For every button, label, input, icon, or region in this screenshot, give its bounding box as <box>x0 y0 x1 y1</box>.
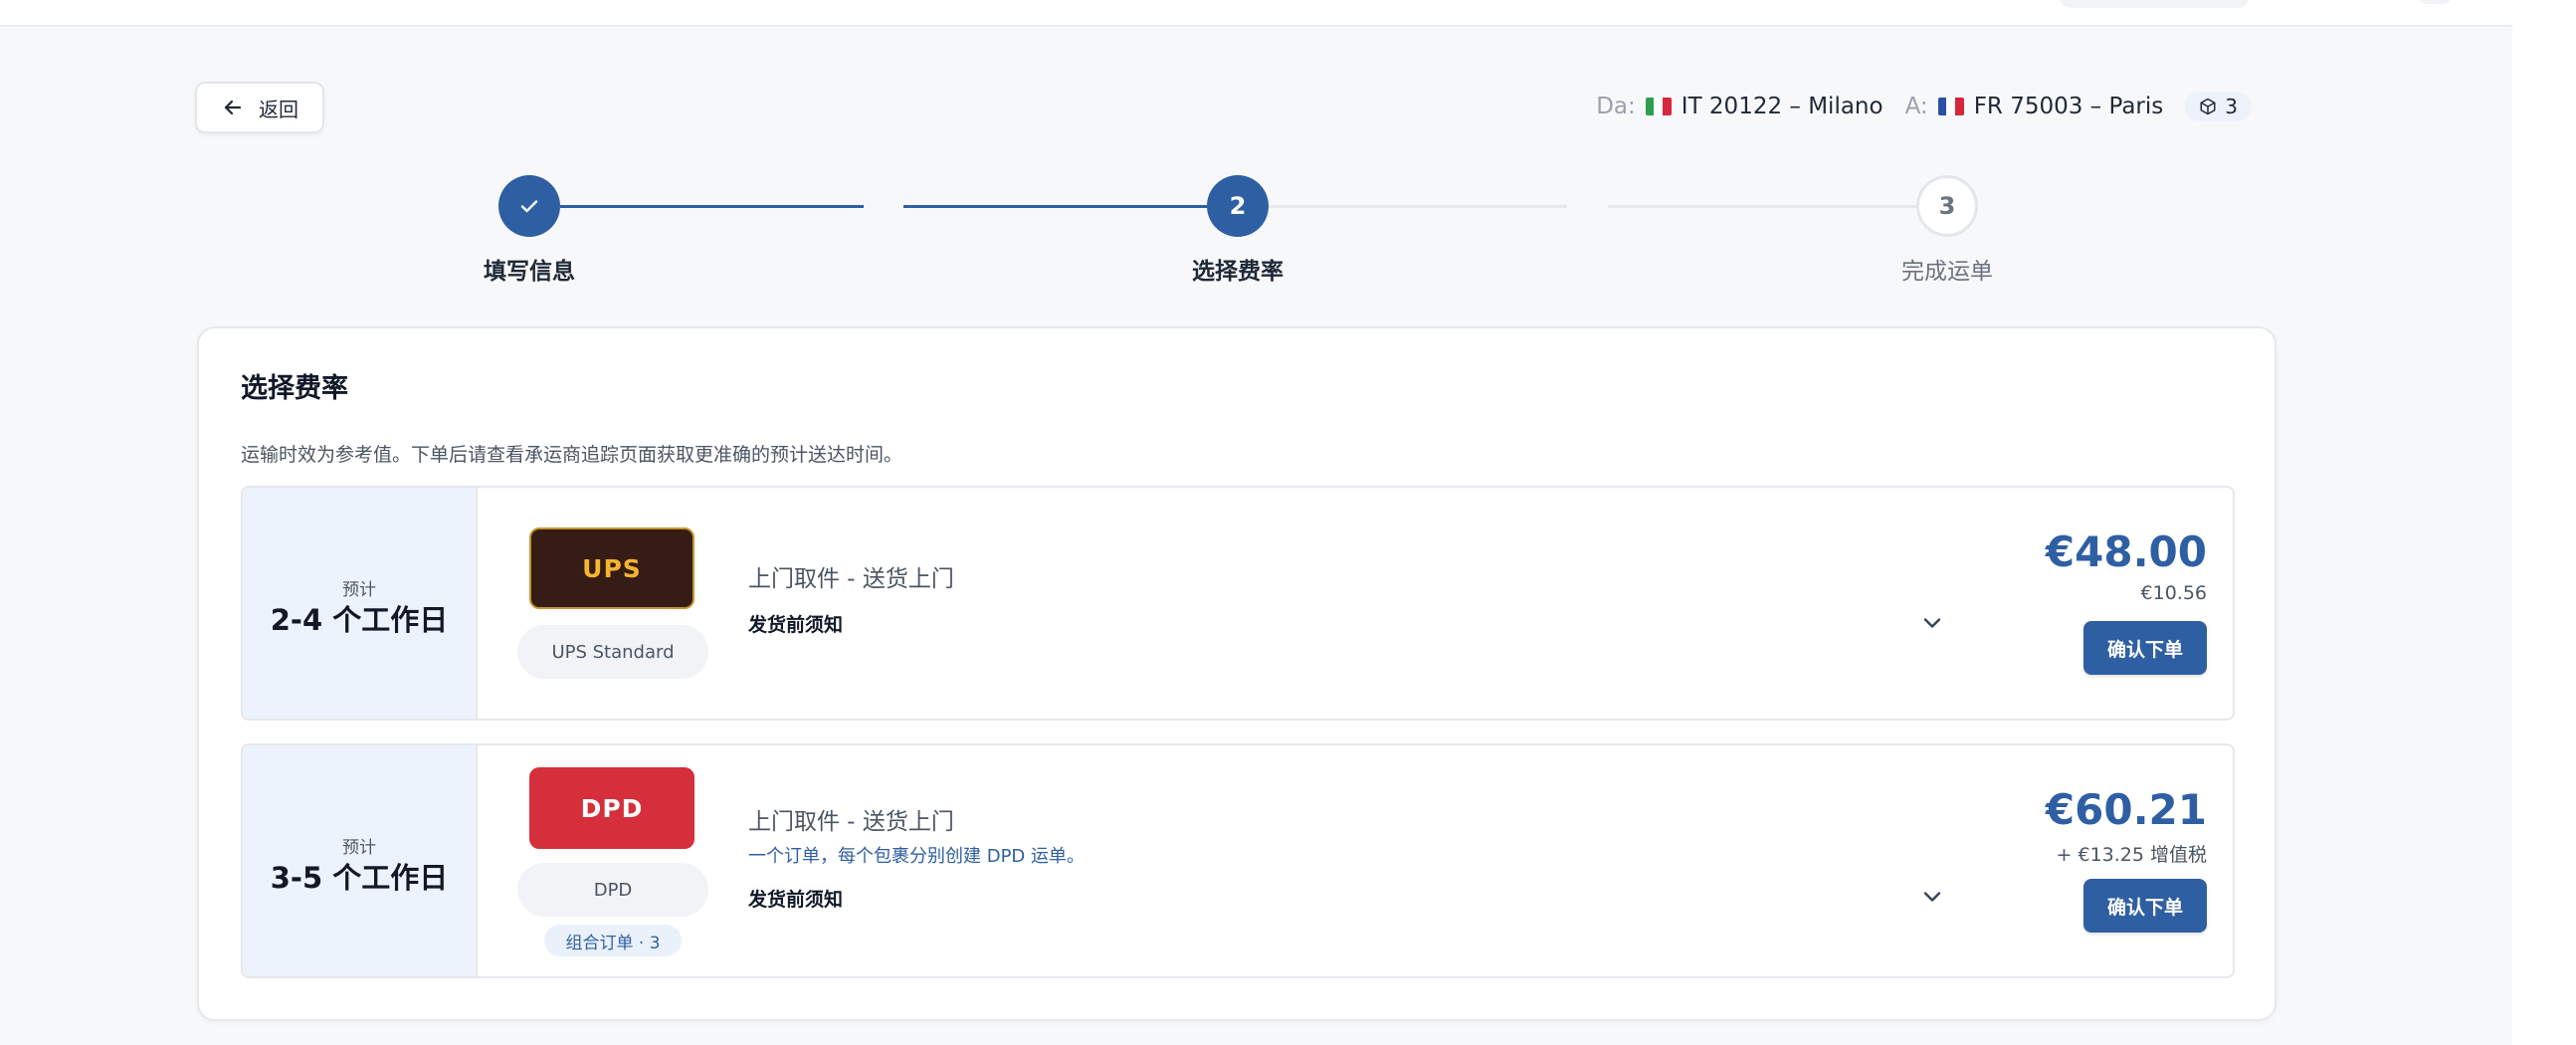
route-to-value: FR 75003 – Paris <box>1973 94 2164 119</box>
rates-card-title: 选择费率 <box>241 373 348 404</box>
stepper-connector-1b <box>903 205 1237 208</box>
step-2-label: 选择费率 <box>1192 259 1284 285</box>
shipping-notice-toggle[interactable]: 发货前须知 <box>748 885 843 912</box>
chevron-down-icon[interactable] <box>1918 609 1946 637</box>
service-name-pill: UPS Standard <box>517 625 708 679</box>
top-bar-avatar[interactable] <box>2418 0 2452 4</box>
route-from-label: Da: <box>1596 94 1636 119</box>
italy-flag-icon <box>1645 98 1672 115</box>
check-icon <box>520 200 538 213</box>
step-3-label: 完成运单 <box>1901 259 1993 285</box>
chevron-down-icon[interactable] <box>1918 883 1946 911</box>
step-1-circle[interactable] <box>498 175 560 237</box>
stepper-connector-1a <box>560 205 864 208</box>
service-name-pill: DPD <box>517 863 708 917</box>
france-flag-icon <box>1937 98 1964 115</box>
eta-days: 2-4 个工作日 <box>270 603 449 637</box>
scrollbar-track <box>2512 0 2576 1045</box>
dpd-logo: DPD <box>529 767 694 849</box>
step-2-circle: 2 <box>1207 175 1269 237</box>
stepper-connector-2b <box>1608 205 1941 208</box>
eta-panel: 预计 2-4 个工作日 <box>243 488 478 719</box>
rate-option-dpd: 预计 3-5 个工作日 DPD DPD 组合订单 · 3 上门取件 - 送货上门… <box>241 743 2235 978</box>
route-summary: Da: IT 20122 – Milano A: FR 75003 – Pari… <box>1596 92 2252 121</box>
package-count: 3 <box>2225 95 2238 118</box>
confirm-order-button[interactable]: 确认下单 <box>2083 879 2207 933</box>
back-button-label: 返回 <box>259 97 298 121</box>
rate-price: €60.21 <box>2045 785 2207 834</box>
shipping-notice-toggle[interactable]: 发货前须知 <box>748 610 843 637</box>
step-3-circle: 3 <box>1916 175 1978 237</box>
service-type: 上门取件 - 送货上门 <box>748 809 954 835</box>
rates-card-note: 运输时效为参考值。下单后请查看承运商追踪页面获取更准确的预计送达时间。 <box>241 444 903 466</box>
eta-panel: 预计 3-5 个工作日 <box>243 745 478 976</box>
rate-option-ups: 预计 2-4 个工作日 UPS UPS Standard 上门取件 - 送货上门… <box>241 486 2235 721</box>
arrow-left-icon <box>224 100 242 115</box>
combined-order-badge: 组合订单 · 3 <box>544 925 682 956</box>
back-button[interactable]: 返回 <box>195 82 324 133</box>
package-count-badge: 3 <box>2185 92 2252 121</box>
ups-logo: UPS <box>529 527 694 609</box>
service-type: 上门取件 - 送货上门 <box>748 566 954 592</box>
step-1-label[interactable]: 填写信息 <box>410 252 649 286</box>
rates-card: 选择费率 运输时效为参考值。下单后请查看承运商追踪页面获取更准确的预计送达时间。… <box>197 326 2277 1021</box>
rate-price-sub: €10.56 <box>2140 582 2207 604</box>
stepper-connector-2a <box>1237 205 1567 208</box>
package-icon <box>2200 98 2216 115</box>
eta-days: 3-5 个工作日 <box>270 861 449 895</box>
route-to-label: A: <box>1904 94 1928 119</box>
rate-price-sub: + €13.25 增值税 <box>2056 844 2207 866</box>
top-bar-pill[interactable] <box>2060 0 2249 8</box>
confirm-order-button[interactable]: 确认下单 <box>2083 621 2207 675</box>
route-from-value: IT 20122 – Milano <box>1681 94 1883 119</box>
rate-price: €48.00 <box>2045 527 2207 576</box>
top-bar <box>0 0 2512 27</box>
service-subnote: 一个订单，每个包裹分别创建 DPD 运单。 <box>748 846 1086 867</box>
